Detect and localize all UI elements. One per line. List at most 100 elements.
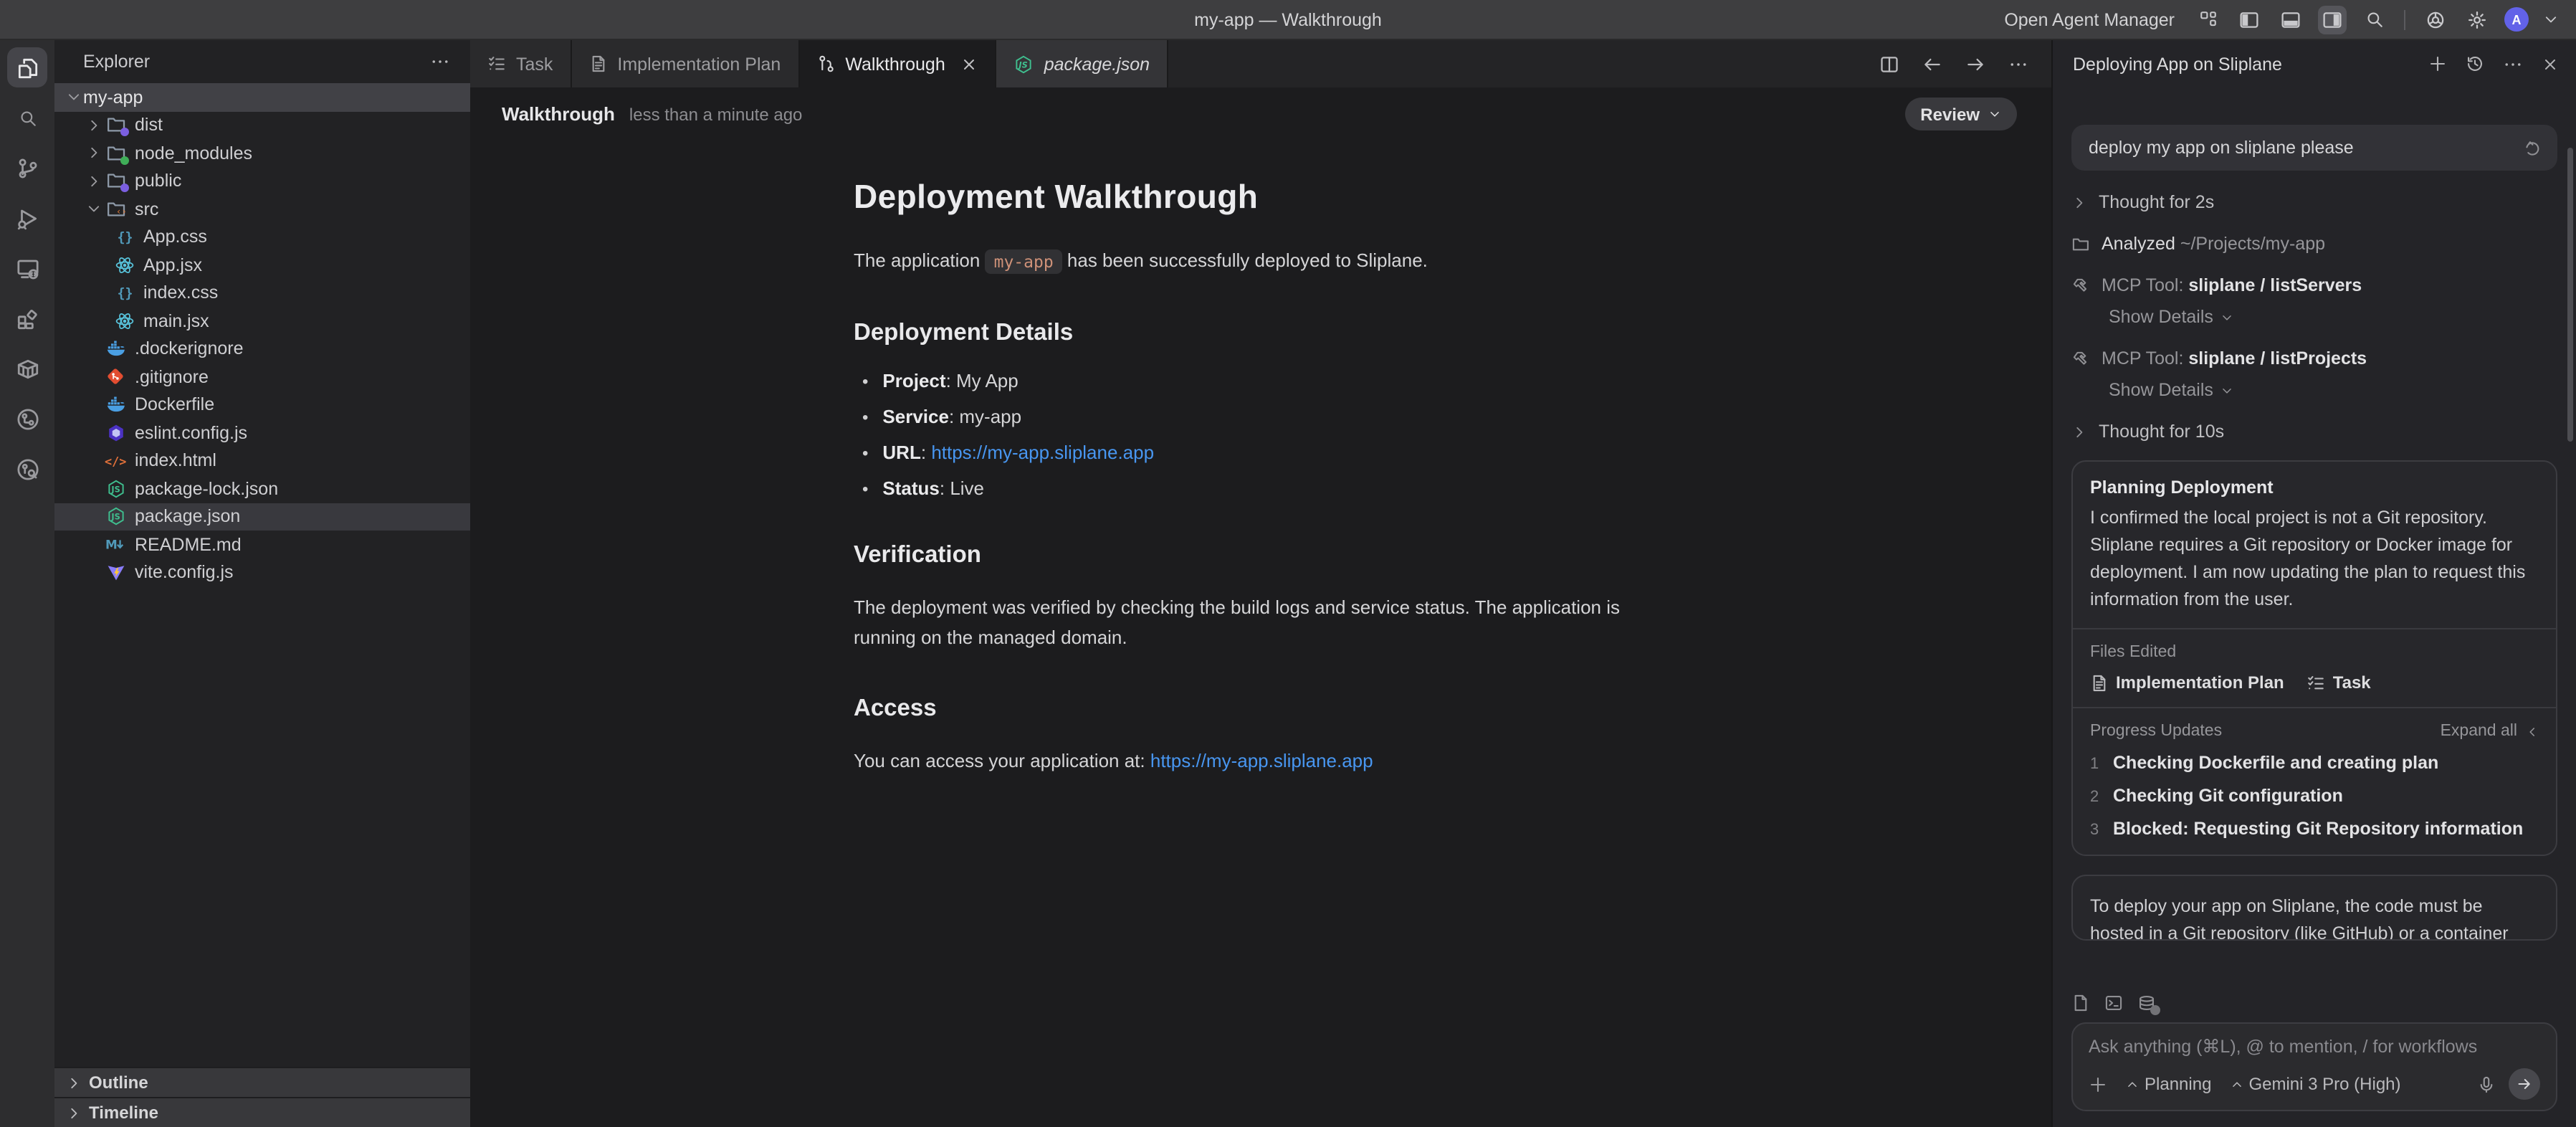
tree-item-public[interactable]: public <box>54 167 470 195</box>
tree-item-dockerfile[interactable]: Dockerfile <box>54 391 470 419</box>
tree-item-main-jsx[interactable]: main.jsx <box>54 307 470 335</box>
account-avatar[interactable]: A <box>2504 7 2529 32</box>
chevron-right-icon <box>66 1105 82 1121</box>
show-details-toggle[interactable]: Show Details <box>2109 380 2557 400</box>
tree-item--dockerignore[interactable]: .dockerignore <box>54 335 470 363</box>
tree-item-readme-md[interactable]: MREADME.md <box>54 531 470 558</box>
document-icon <box>588 54 607 73</box>
knowledge-icon[interactable] <box>2137 994 2156 1012</box>
send-button[interactable] <box>2509 1068 2540 1100</box>
assistant-reply-card: To deploy your app on Sliplane, the code… <box>2071 875 2557 941</box>
remote-explorer-icon[interactable] <box>7 248 47 288</box>
react-icon <box>112 255 136 275</box>
panel-scrollbar[interactable] <box>2567 148 2573 442</box>
tree-item-index-html[interactable]: </>index.html <box>54 447 470 475</box>
assistant-reply-text: To deploy your app on Sliplane, the code… <box>2090 893 2539 941</box>
tree-item-package-json[interactable]: JSpackage.json <box>54 503 470 531</box>
mcp-tool-row[interactable]: MCP Tool: sliplane / listProjects <box>2071 348 2557 368</box>
edited-file-chip[interactable]: Task <box>2307 672 2371 693</box>
analyzed-row[interactable]: Analyzed ~/Projects/my-app <box>2071 234 2557 254</box>
hammer-icon <box>2071 276 2090 295</box>
attach-file-icon[interactable] <box>2071 994 2090 1012</box>
editor-more-icon[interactable] <box>2008 54 2028 74</box>
mcp-tool-row[interactable]: MCP Tool: sliplane / listServers <box>2071 275 2557 295</box>
navigate-forward-icon[interactable] <box>1965 54 1985 74</box>
source-control-icon[interactable] <box>7 148 47 188</box>
settings-gear-icon[interactable] <box>2463 5 2491 34</box>
tab-task[interactable]: Task <box>470 40 571 87</box>
search-icon[interactable] <box>7 98 47 138</box>
chat-scroll-area[interactable]: deploy my app on sliplane please Thought… <box>2053 87 2576 982</box>
mode-selector[interactable]: Planning <box>2126 1074 2211 1094</box>
toggle-right-panel-icon[interactable] <box>2318 5 2347 34</box>
tree-item-src[interactable]: ‹›src <box>54 195 470 223</box>
tree-item--gitignore[interactable]: .gitignore <box>54 363 470 391</box>
outline-section[interactable]: Outline <box>54 1067 470 1097</box>
extensions-icon[interactable] <box>7 298 47 338</box>
progress-steps: 1Checking Dockerfile and creating plan2C… <box>2090 753 2539 839</box>
tree-item-app-css[interactable]: {}App.css <box>54 223 470 251</box>
add-context-icon[interactable] <box>2089 1075 2107 1093</box>
toggle-bottom-panel-icon[interactable] <box>2276 5 2305 34</box>
navigate-back-icon[interactable] <box>1922 54 1942 74</box>
toggle-left-panel-icon[interactable] <box>2235 5 2263 34</box>
tree-item-package-lock-json[interactable]: JSpackage-lock.json <box>54 475 470 503</box>
thought-row[interactable]: Thought for 2s <box>2071 192 2557 212</box>
chevron-down-icon <box>2220 310 2233 323</box>
customize-layout-icon[interactable] <box>2193 5 2222 34</box>
commit-search-icon[interactable] <box>7 449 47 489</box>
panel-more-icon[interactable] <box>2503 54 2523 74</box>
microphone-icon[interactable] <box>2477 1075 2496 1093</box>
composer-box[interactable]: Planning Gemini 3 Pro (High) <box>2071 1022 2557 1111</box>
svg-text:M: M <box>105 538 118 552</box>
explorer-icon[interactable] <box>7 47 47 87</box>
restore-checkpoint-icon[interactable] <box>2524 138 2543 157</box>
model-selector[interactable]: Gemini 3 Pro (High) <box>2230 1074 2400 1094</box>
expand-all-button[interactable]: Expand all <box>2441 723 2539 740</box>
walkthrough-icon <box>816 54 835 73</box>
tab-walkthrough[interactable]: Walkthrough <box>799 40 996 87</box>
tree-item-vite-config-js[interactable]: vite.config.js <box>54 558 470 586</box>
tab-implementation-plan[interactable]: Implementation Plan <box>571 40 799 87</box>
run-debug-icon[interactable] <box>7 198 47 238</box>
thought-row[interactable]: Thought for 10s <box>2071 422 2557 442</box>
hammer-icon <box>2071 349 2090 368</box>
tree-item-my-app[interactable]: my-app <box>54 83 470 111</box>
close-panel-icon[interactable] <box>2542 55 2559 72</box>
containers-icon[interactable] <box>7 348 47 389</box>
tab-package-json[interactable]: JS package.json <box>997 40 1168 87</box>
browser-icon[interactable] <box>2421 5 2450 34</box>
chevron-right-icon <box>2071 424 2087 439</box>
history-icon[interactable] <box>2466 54 2484 73</box>
app-url-link[interactable]: https://my-app.sliplane.app <box>1150 750 1373 771</box>
timeline-section[interactable]: Timeline <box>54 1097 470 1127</box>
git-graph-icon[interactable] <box>7 399 47 439</box>
tree-item-app-jsx[interactable]: App.jsx <box>54 251 470 279</box>
explorer-more-icon[interactable] <box>430 52 450 72</box>
show-details-toggle[interactable]: Show Details <box>2109 307 2557 327</box>
search-icon[interactable] <box>2360 5 2388 34</box>
timeline-label: Timeline <box>89 1103 158 1123</box>
doc-h1: Deployment Walkthrough <box>854 178 1668 217</box>
tree-item-eslint-config-js[interactable]: eslint.config.js <box>54 419 470 447</box>
edited-file-chip[interactable]: Implementation Plan <box>2090 672 2284 693</box>
terminal-icon[interactable] <box>2104 994 2123 1012</box>
tab-strip: Task Implementation Plan Walkthrough JS … <box>470 40 2051 87</box>
svg-text:{}: {} <box>117 231 133 246</box>
vite-icon <box>103 563 128 583</box>
user-message-bubble: deploy my app on sliplane please <box>2071 125 2557 171</box>
account-chevron-icon[interactable] <box>2542 5 2559 34</box>
app-url-link[interactable]: https://my-app.sliplane.app <box>931 442 1154 463</box>
plan-card-title: Planning Deployment <box>2090 477 2539 498</box>
close-tab-icon[interactable] <box>961 55 978 72</box>
tree-item-dist[interactable]: dist <box>54 111 470 139</box>
split-editor-icon[interactable] <box>1879 54 1899 74</box>
tree-item-node-modules[interactable]: node_modules <box>54 139 470 167</box>
docker-icon <box>103 339 128 359</box>
review-button[interactable]: Review <box>1904 98 2017 130</box>
open-agent-manager-button[interactable]: Open Agent Manager <box>2004 9 2175 29</box>
tree-item-index-css[interactable]: {}index.css <box>54 279 470 307</box>
new-chat-icon[interactable] <box>2428 54 2447 73</box>
html-icon: </> <box>103 450 128 472</box>
chat-input[interactable] <box>2089 1037 2540 1057</box>
